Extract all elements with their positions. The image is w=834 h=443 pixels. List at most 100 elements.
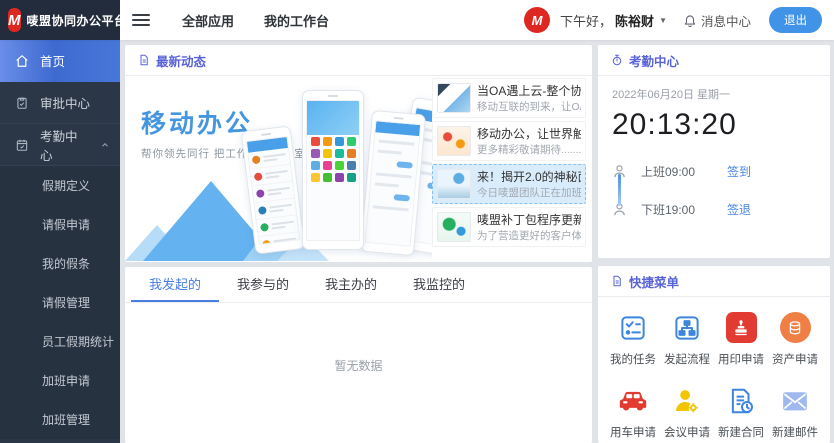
phone-mockup: [302, 90, 364, 250]
flow-icon: [672, 313, 702, 343]
quick-item-my-tasks[interactable]: 我的任务: [606, 311, 660, 367]
quick-menu-grid: 我的任务 发起流程 用印申请 资产申请: [598, 297, 830, 440]
document-icon: [138, 54, 150, 66]
banner-carousel: 移动办公 帮你领先同行 把工作带出办公室: [125, 76, 432, 261]
asset-icon: [785, 318, 805, 338]
check-in-link[interactable]: 签到: [727, 163, 751, 180]
news-desc: 移动互联的到来，让OA与云: [477, 100, 581, 115]
news-thumbnail: [437, 83, 471, 113]
tasks-panel: 我发起的 我参与的 我主办的 我监控的 暂无数据: [125, 267, 592, 443]
sidebar-item-label: 考勤中心: [40, 126, 89, 164]
chevron-up-icon: [100, 140, 110, 150]
empty-state-text: 暂无数据: [125, 303, 592, 374]
news-body: 移动办公 帮你领先同行 把工作带出办公室: [125, 76, 592, 261]
contract-icon: [726, 386, 756, 416]
brand-area: M 唛盟协同办公平台: [0, 0, 120, 40]
greeting-text: 下午好，: [560, 11, 612, 30]
news-thumbnail: [437, 169, 471, 199]
timeline-connector: [618, 174, 621, 206]
news-title: 当OA遇上云-整个协同OA: [477, 83, 581, 100]
attendance-timeline: 上班09:00 签到 下班19:00 签退: [612, 152, 816, 228]
sidebar-item-attendance[interactable]: 考勤中心: [0, 124, 120, 166]
quick-item-asset-apply[interactable]: 资产申请: [768, 311, 822, 367]
news-item-selected[interactable]: 来！揭开2.0的神秘面纱- 今日唛盟团队正在加班加点，: [432, 164, 586, 204]
quick-menu-header: 快捷菜单: [598, 266, 830, 297]
quick-item-new-contract[interactable]: 新建合同: [714, 384, 768, 440]
shift-start-label: 上班09:00: [641, 163, 727, 180]
message-center-label: 消息中心: [701, 11, 751, 30]
attendance-row-checkin: 上班09:00 签到: [612, 152, 816, 190]
stamp-icon: [731, 318, 751, 338]
sidebar-item-approval[interactable]: 审批中心: [0, 82, 120, 124]
tab-initiated-by-me[interactable]: 我发起的: [131, 267, 219, 302]
app-logo: M: [8, 8, 21, 32]
attendance-row-checkout: 下班19:00 签退: [612, 190, 816, 228]
attendance-date: 2022年06月20日 星期一: [612, 86, 816, 102]
quick-item-label: 发起流程: [664, 351, 710, 367]
tab-participated-by-me[interactable]: 我参与的: [219, 267, 307, 302]
attendance-panel: 考勤中心 2022年06月20日 星期一 20:13:20 上班09:00 签到: [598, 45, 830, 258]
news-title: 移动办公，让世界触手可: [477, 126, 581, 143]
attendance-panel-title: 考勤中心: [629, 51, 679, 70]
quick-item-label: 我的任务: [610, 351, 656, 367]
sidebar-item-label: 审批中心: [40, 93, 90, 112]
sidebar-subitem-overtime-apply[interactable]: 加班申请: [0, 361, 120, 400]
logout-button[interactable]: 退出: [769, 7, 822, 33]
nav-my-workbench[interactable]: 我的工作台: [264, 11, 329, 30]
news-desc: 更多精彩敬请期待.......: [477, 143, 581, 158]
app-window: M 唛盟协同办公平台 全部应用 我的工作台 M 下午好，陈裕财 ▼ 消息中心 退…: [0, 0, 834, 443]
sidebar-subitem-leave-manage[interactable]: 请假管理: [0, 283, 120, 322]
news-item[interactable]: 移动办公，让世界触手可 更多精彩敬请期待.......: [432, 121, 586, 161]
shift-end-label: 下班19:00: [641, 201, 727, 218]
approval-icon: [15, 96, 29, 110]
quick-item-label: 用印申请: [718, 351, 764, 367]
username: 陈裕财: [615, 11, 654, 30]
sidebar-subitem-holiday-define[interactable]: 假期定义: [0, 166, 120, 205]
meeting-icon: [672, 386, 702, 416]
quick-item-label: 用车申请: [610, 424, 656, 440]
tab-monitored-by-me[interactable]: 我监控的: [395, 267, 483, 302]
sidebar-subitem-overtime-manage[interactable]: 加班管理: [0, 400, 120, 439]
news-item[interactable]: 唛盟补丁包程序更新 为了营造更好的客户体验，唛: [432, 207, 586, 247]
tasks-tabs: 我发起的 我参与的 我主办的 我监控的: [125, 267, 592, 303]
top-nav: 全部应用 我的工作台: [182, 11, 329, 30]
news-panel-title: 最新动态: [156, 51, 206, 70]
sidebar-subitem-staff-holiday-stats[interactable]: 员工假期统计: [0, 322, 120, 361]
user-menu[interactable]: 下午好，陈裕财 ▼: [560, 11, 667, 30]
news-desc: 今日唛盟团队正在加班加点，: [477, 186, 581, 201]
quick-item-label: 会议申请: [664, 424, 710, 440]
quick-item-meeting-apply[interactable]: 会议申请: [660, 384, 714, 440]
quick-item-seal-apply[interactable]: 用印申请: [714, 311, 768, 367]
news-panel: 最新动态 移动办公 帮你领先同行 把工作带出办公室: [125, 45, 592, 262]
mail-icon: [780, 386, 810, 416]
news-title: 唛盟补丁包程序更新: [477, 212, 581, 229]
banner-headline: 移动办公: [141, 104, 253, 140]
user-avatar[interactable]: M: [524, 7, 550, 33]
quick-item-start-flow[interactable]: 发起流程: [660, 311, 714, 367]
quick-item-car-apply[interactable]: 用车申请: [606, 384, 660, 440]
sidebar-subitem-leave-apply[interactable]: 请假申请: [0, 205, 120, 244]
attendance-icon: [15, 138, 29, 152]
quick-item-new-mail[interactable]: 新建邮件: [768, 384, 822, 440]
news-title: 来！揭开2.0的神秘面纱-: [477, 169, 581, 186]
news-item[interactable]: 当OA遇上云-整个协同OA 移动互联的到来，让OA与云: [432, 78, 586, 118]
top-header: M 唛盟协同办公平台 全部应用 我的工作台 M 下午好，陈裕财 ▼ 消息中心 退…: [0, 0, 834, 40]
news-thumbnail: [437, 126, 471, 156]
check-out-link[interactable]: 签退: [727, 201, 751, 218]
quick-item-label: 新建邮件: [772, 424, 818, 440]
tab-hosted-by-me[interactable]: 我主办的: [307, 267, 395, 302]
bell-icon: [683, 13, 697, 27]
header-main: 全部应用 我的工作台 M 下午好，陈裕财 ▼ 消息中心 退出: [120, 0, 834, 40]
header-right: M 下午好，陈裕财 ▼ 消息中心 退出: [524, 7, 822, 33]
menu-toggle-icon[interactable]: [132, 14, 150, 26]
message-center-button[interactable]: 消息中心: [683, 11, 751, 30]
home-icon: [15, 54, 29, 68]
quick-item-label: 新建合同: [718, 424, 764, 440]
news-panel-header: 最新动态: [125, 45, 592, 76]
nav-all-apps[interactable]: 全部应用: [182, 11, 234, 30]
attendance-clock: 20:13:20: [612, 108, 816, 142]
quick-menu-panel: 快捷菜单 我的任务 发起流程 用印申请: [598, 266, 830, 443]
sidebar-item-home[interactable]: 首页: [0, 40, 120, 82]
news-desc: 为了营造更好的客户体验，唛: [477, 229, 581, 244]
sidebar-subitem-my-leave[interactable]: 我的假条: [0, 244, 120, 283]
